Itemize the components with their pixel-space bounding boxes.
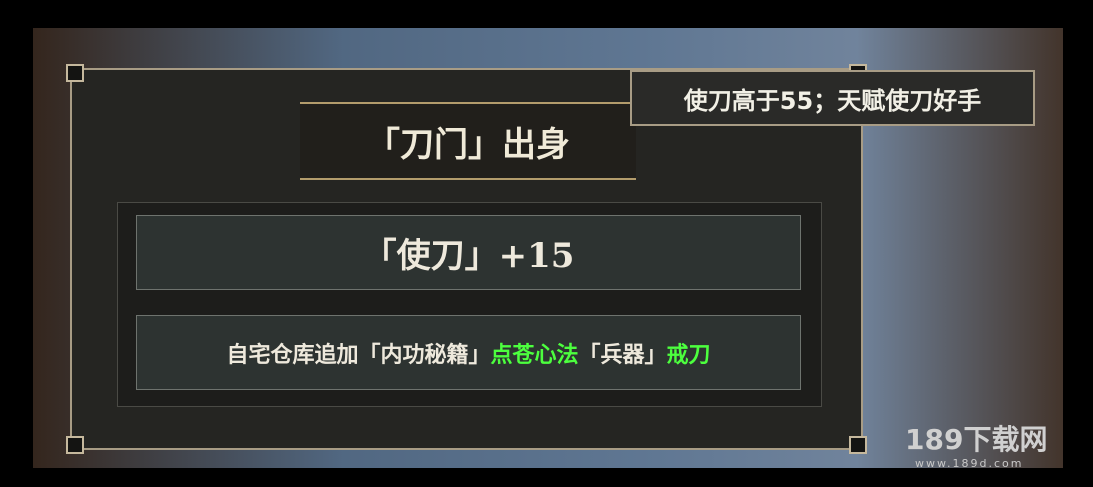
weapon-name: 戒刀 bbox=[666, 341, 711, 368]
origin-title: 「刀门」出身 bbox=[300, 102, 636, 180]
manual-name: 点苍心法 bbox=[490, 341, 579, 368]
stat-bonus: 「使刀」+15 bbox=[136, 215, 801, 290]
effect-text: 「兵器」 bbox=[578, 341, 667, 368]
watermark-logo: 189下载网 bbox=[905, 423, 1048, 456]
bonus-box: 「使刀」+15 自宅仓库追加「内功秘籍」 点苍心法 「兵器」 戒刀 bbox=[117, 202, 822, 407]
corner-ornament bbox=[849, 436, 867, 454]
requirement-tooltip: 使刀高于55；天赋使刀好手 bbox=[630, 70, 1035, 126]
effect-text: 自宅仓库追加「内功秘籍」 bbox=[226, 341, 491, 368]
corner-ornament bbox=[66, 436, 84, 454]
warehouse-bonus: 自宅仓库追加「内功秘籍」 点苍心法 「兵器」 戒刀 bbox=[136, 315, 801, 390]
watermark-url: www.189d.com bbox=[915, 457, 1024, 470]
corner-ornament bbox=[66, 64, 84, 82]
